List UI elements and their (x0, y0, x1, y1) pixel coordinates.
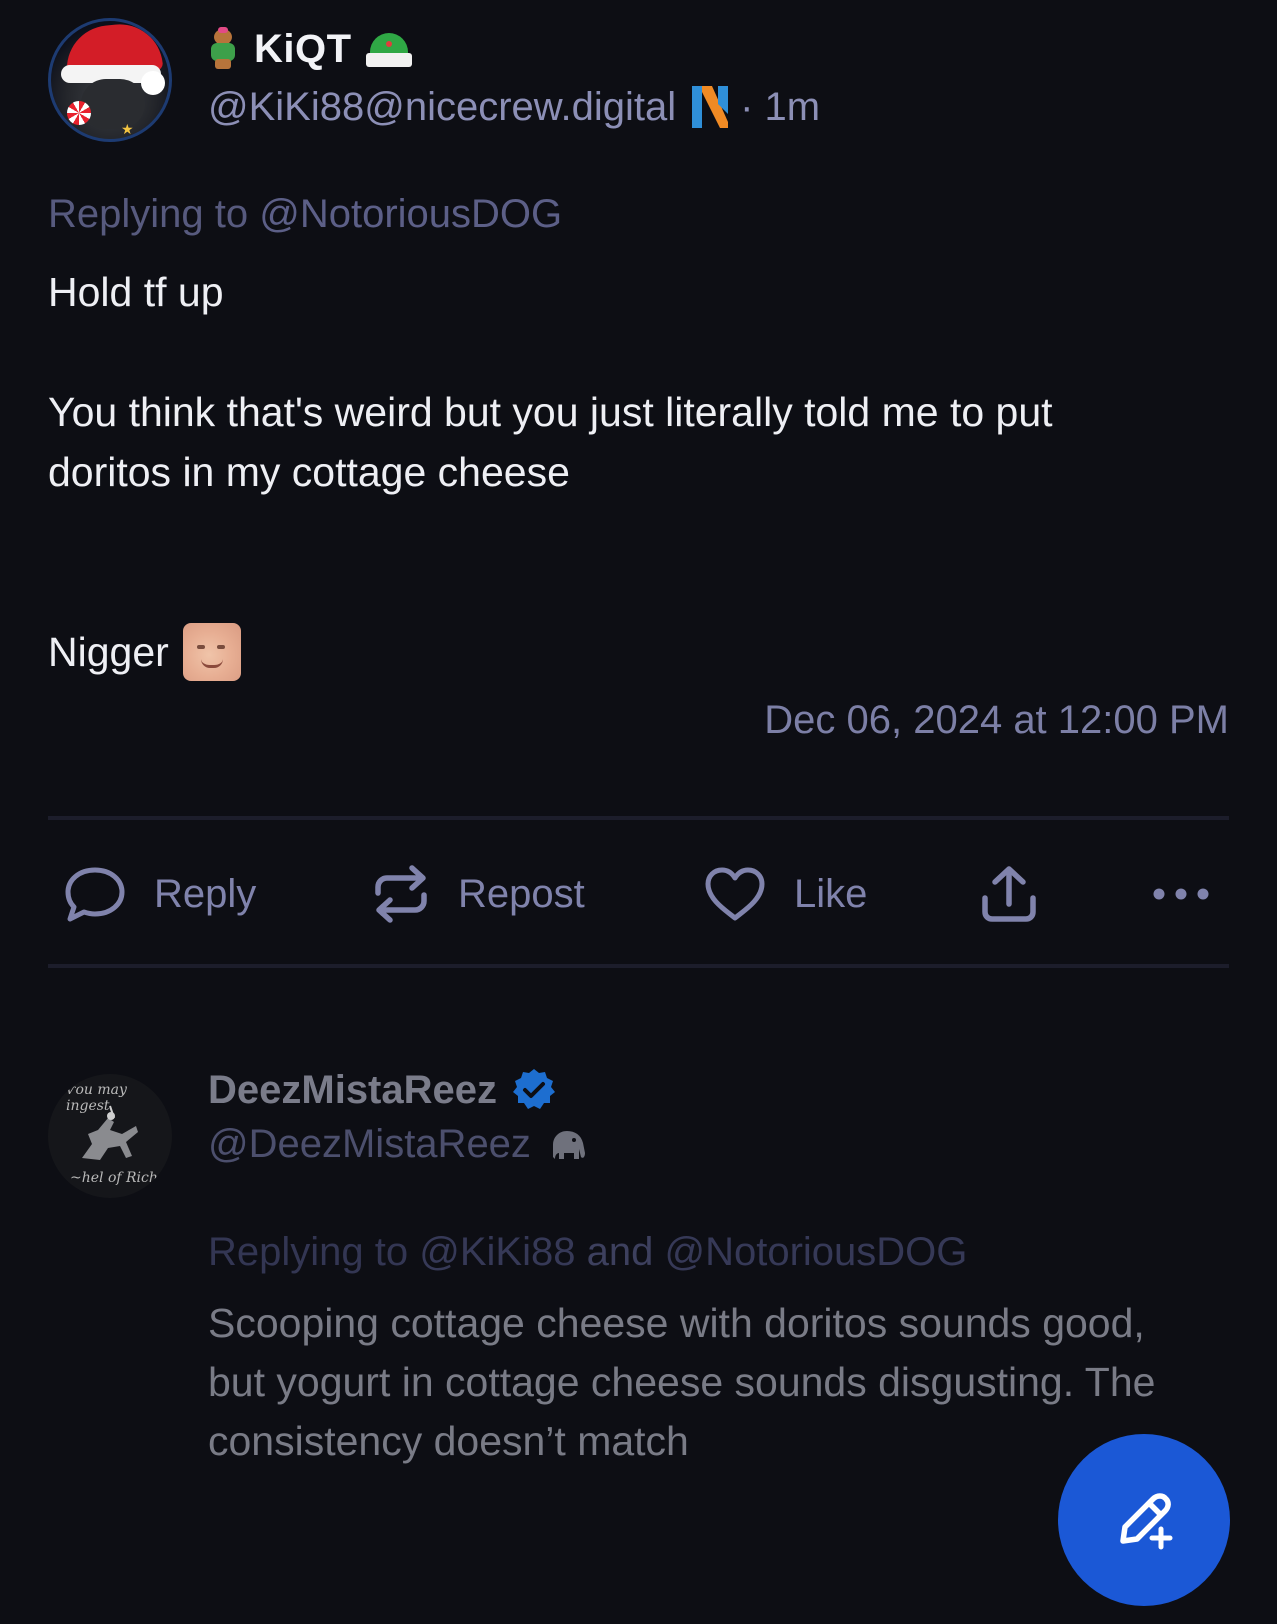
repost-icon (375, 865, 427, 923)
post-header: ★ KiQT @KiKi88@nicecrew.digital · 1m (48, 18, 820, 142)
post-body-last-line: Nigger (48, 622, 1228, 682)
gingerbread-icon (208, 27, 238, 71)
display-name[interactable]: KiQT (254, 27, 352, 72)
heart-icon (705, 867, 765, 921)
repost-label: Repost (458, 871, 585, 916)
mention-link[interactable]: @KiKi88 (419, 1230, 575, 1274)
elephant-icon (552, 1130, 585, 1159)
handle-row: @KiKi88@nicecrew.digital · 1m (208, 84, 820, 130)
divider (48, 964, 1229, 968)
reply-body: Scooping cottage cheese with doritos sou… (208, 1300, 1156, 1464)
reply-label: Reply (154, 871, 257, 916)
post-body-line: Nigger (48, 629, 169, 675)
nostr-n-icon (692, 86, 729, 128)
custom-face-emoji-icon (182, 623, 241, 681)
and-word: and (586, 1230, 654, 1274)
avatar[interactable]: ★ (48, 18, 172, 142)
post-body-line: Hold tf up (48, 269, 224, 315)
post-body-line: You think that's weird but you just lite… (48, 389, 1053, 495)
divider (48, 816, 1229, 820)
more-options-button[interactable] (1152, 858, 1210, 930)
elf-hat-icon (364, 29, 414, 69)
replying-to: Replying to @NotoriousDOG (48, 192, 562, 237)
mention-link[interactable]: @NotoriousDOG (664, 1230, 967, 1274)
reply-bubble-icon (65, 867, 125, 922)
reply-name-row[interactable]: DeezMistaReez (208, 1062, 589, 1118)
repost-button[interactable]: Repost (372, 858, 585, 930)
like-button[interactable]: Like (704, 858, 867, 930)
post-timestamp: Dec 06, 2024 at 12:00 PM (764, 698, 1229, 742)
author-handle[interactable]: @KiKi88@nicecrew.digital (208, 85, 676, 130)
compose-button[interactable] (1058, 1434, 1230, 1606)
like-label: Like (794, 871, 868, 916)
author-info: KiQT @KiKi88@nicecrew.digital · 1m (208, 24, 820, 130)
candy-decoration (67, 101, 91, 125)
replying-prefix: Replying to (48, 192, 249, 236)
mention-link[interactable]: @NotoriousDOG (259, 192, 562, 236)
display-name-row[interactable]: KiQT (208, 24, 820, 74)
page: ★ KiQT @KiKi88@nicecrew.digital · 1m Rep… (0, 0, 1277, 1624)
reply-button[interactable]: Reply (64, 858, 256, 930)
time-ago: · 1m (740, 84, 821, 129)
reply-author-info: DeezMistaReez @DeezMistaReez (208, 1062, 589, 1167)
replying-prefix: Replying to (208, 1230, 409, 1274)
post-body: Hold tf up You think that's weird but yo… (48, 262, 1228, 682)
star-decoration: ★ (121, 121, 134, 137)
action-bar: Reply Repost Like (48, 858, 1229, 930)
compose-pencil-icon (1120, 1493, 1173, 1550)
reply-handle-row: @DeezMistaReez (208, 1122, 589, 1167)
reply-replying-to: Replying to @KiKi88 and @NotoriousDOG (208, 1230, 967, 1275)
reply-avatar[interactable]: ѵou may ingest ~hel of Rich~ (48, 1074, 172, 1198)
share-upload-icon (982, 866, 1036, 922)
knight-emblem-icon (82, 1105, 138, 1160)
reply-display-name[interactable]: DeezMistaReez (208, 1068, 497, 1113)
reply-handle[interactable]: @DeezMistaReez (208, 1122, 531, 1167)
share-button[interactable] (980, 858, 1038, 930)
verified-badge-icon (513, 1069, 556, 1109)
more-dots-icon (1153, 888, 1209, 900)
